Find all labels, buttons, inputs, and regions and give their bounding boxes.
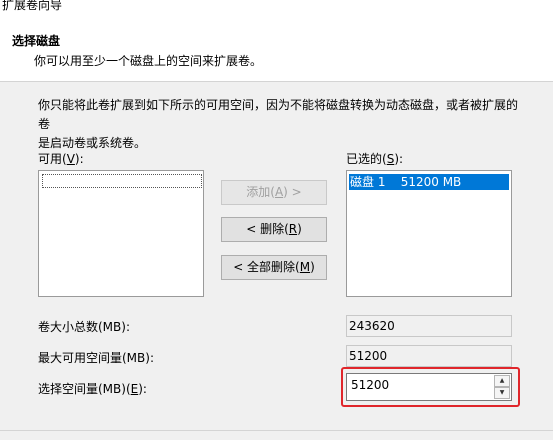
available-label-key: V bbox=[66, 152, 75, 166]
available-label-pre: 可用( bbox=[38, 152, 67, 166]
available-focus-item[interactable] bbox=[42, 174, 202, 188]
remove-all-button-post: ) bbox=[310, 260, 315, 274]
add-button-key: A bbox=[274, 185, 284, 199]
description-line-2: 是启动卷或系统卷。 bbox=[38, 136, 147, 150]
spin-down-icon[interactable]: ▼ bbox=[494, 387, 510, 399]
remove-button-post: ) bbox=[297, 222, 302, 236]
total-size-value: 243620 bbox=[346, 315, 512, 337]
page-subtitle: 你可以用至少一个磁盘上的空间来扩展卷。 bbox=[34, 54, 263, 68]
select-amount-input[interactable]: 51200 bbox=[351, 378, 389, 392]
description-text: 你只能将此卷扩展到如下所示的可用空间，因为不能将磁盘转换为动态磁盘，或者被扩展的… bbox=[38, 96, 528, 153]
add-button-post: ) > bbox=[283, 185, 302, 199]
stepper-buttons: ▲ ▼ bbox=[494, 375, 510, 399]
max-available-label: 最大可用空间量(MB): bbox=[38, 351, 154, 365]
available-label-post: ): bbox=[74, 152, 84, 166]
remove-all-button-pre: < 全部删除( bbox=[233, 260, 300, 274]
description-line-1: 你只能将此卷扩展到如下所示的可用空间，因为不能将磁盘转换为动态磁盘，或者被扩展的… bbox=[38, 98, 519, 131]
window-title: 扩展卷向导 bbox=[0, 0, 553, 14]
wizard-header: 选择磁盘 你可以用至少一个磁盘上的空间来扩展卷。 bbox=[0, 14, 553, 82]
total-size-label: 卷大小总数(MB): bbox=[38, 320, 130, 334]
available-label: 可用(V): bbox=[38, 150, 84, 167]
remove-button-key: R bbox=[288, 222, 298, 236]
remove-button-pre: < 删除( bbox=[246, 222, 289, 236]
selected-list-item[interactable]: 磁盘 1 51200 MB bbox=[349, 174, 509, 190]
remove-all-button-key: M bbox=[299, 260, 311, 274]
select-amount-stepper[interactable]: 51200 ▲ ▼ bbox=[346, 373, 512, 401]
selected-label: 已选的(S): bbox=[346, 150, 403, 167]
select-amount-label-post: ): bbox=[138, 382, 147, 396]
remove-all-button[interactable]: < 全部删除(M) bbox=[221, 255, 327, 280]
selected-label-pre: 已选的( bbox=[346, 152, 387, 166]
selected-listbox[interactable]: 磁盘 1 51200 MB bbox=[346, 170, 512, 297]
footer-divider bbox=[0, 430, 553, 431]
add-button-pre: 添加( bbox=[246, 185, 275, 199]
remove-button[interactable]: < 删除(R) bbox=[221, 217, 327, 242]
page-title: 选择磁盘 bbox=[12, 34, 61, 48]
max-available-value: 51200 bbox=[346, 345, 512, 367]
spin-up-icon[interactable]: ▲ bbox=[494, 375, 510, 387]
select-amount-label-pre: 选择空间量(MB)( bbox=[38, 382, 131, 396]
select-amount-label: 选择空间量(MB)(E): bbox=[38, 380, 147, 397]
selected-label-post: ): bbox=[394, 152, 404, 166]
available-listbox[interactable] bbox=[38, 170, 204, 297]
add-button[interactable]: 添加(A) > bbox=[221, 180, 327, 205]
